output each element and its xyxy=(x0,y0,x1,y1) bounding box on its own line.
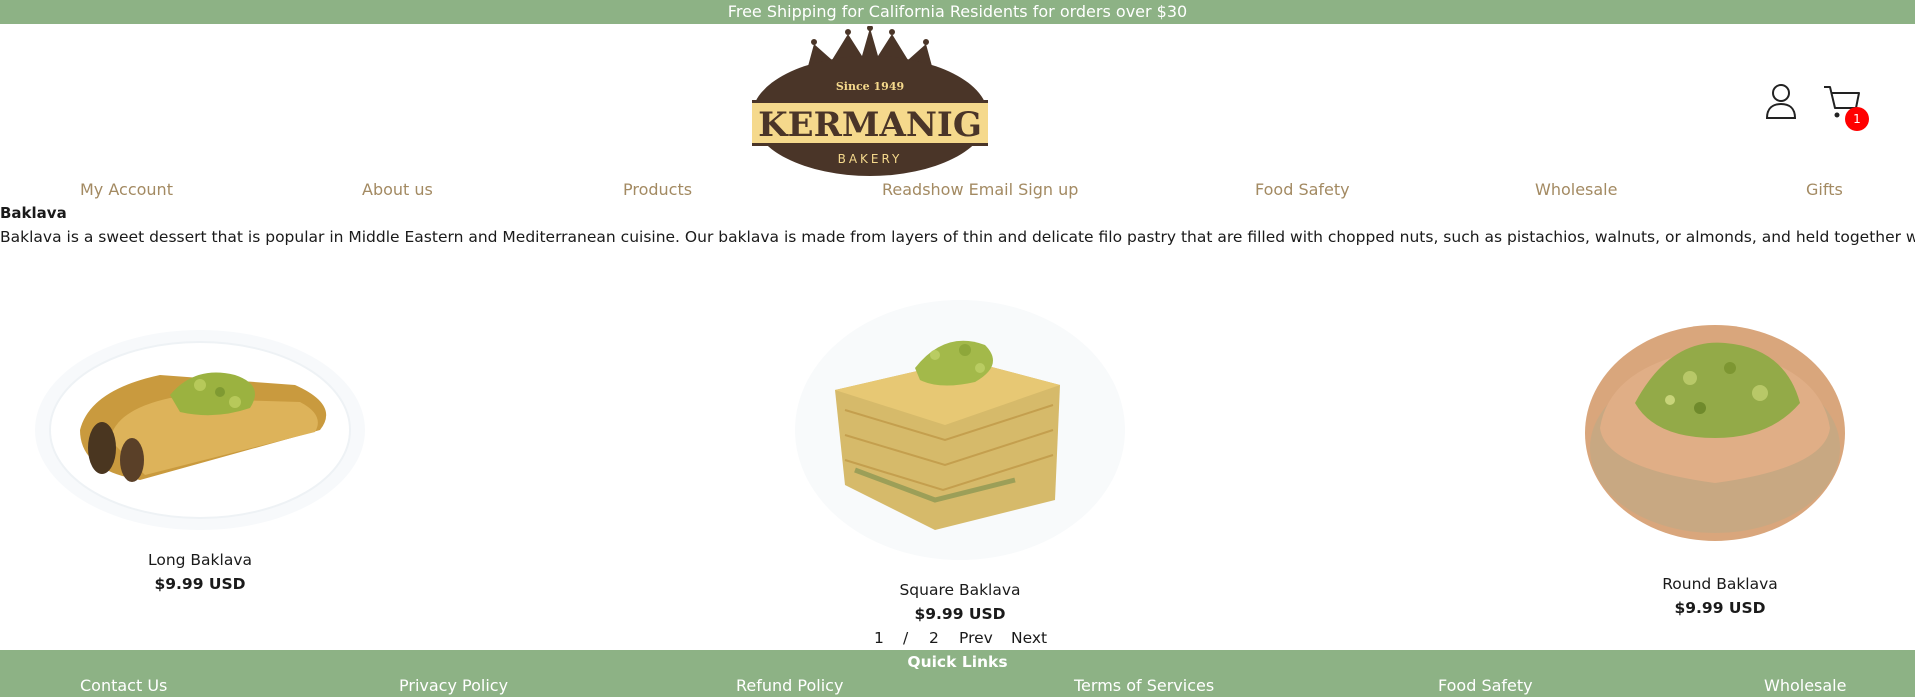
section-title: Baklava xyxy=(0,204,67,222)
pagination-total-pages: 2 xyxy=(929,629,939,647)
pagination-current-page: 1 xyxy=(874,629,884,647)
footer-link-food-safety[interactable]: Food Safety xyxy=(1438,675,1533,697)
product-image-round-baklava[interactable] xyxy=(1580,308,1850,548)
logo-since: Since 1949 xyxy=(836,80,904,93)
nav-readshow-email-signup[interactable]: Readshow Email Sign up xyxy=(882,180,1078,200)
nav-my-account[interactable]: My Account xyxy=(80,180,173,200)
product-name[interactable]: Square Baklava xyxy=(860,580,1060,600)
pagination-prev-link[interactable]: Prev xyxy=(959,628,993,648)
footer-link-wholesale[interactable]: Wholesale xyxy=(1764,675,1846,697)
product-price: $9.99 USD xyxy=(154,575,246,593)
logo-brand: KERMANIG xyxy=(758,105,982,145)
footer-link-refund-policy[interactable]: Refund Policy xyxy=(736,675,843,697)
product-price: $9.99 USD xyxy=(1674,599,1766,617)
announcement-bar: Free Shipping for California Residents f… xyxy=(0,0,1915,24)
pagination-next-link[interactable]: Next xyxy=(1011,628,1047,648)
nav-products[interactable]: Products xyxy=(623,180,692,200)
footer: Quick Links Contact Us Privacy Policy Re… xyxy=(0,650,1915,697)
logo-graphic: Since 1949 KERMANIG BAKERY xyxy=(752,25,988,176)
kermanig-logo[interactable]: Since 1949 KERMANIG BAKERY xyxy=(752,25,988,176)
product-image-long-baklava[interactable] xyxy=(20,320,380,545)
nav-food-safety[interactable]: Food Safety xyxy=(1255,180,1350,200)
section-description: Baklava is a sweet dessert that is popul… xyxy=(0,228,1915,246)
product-name[interactable]: Long Baklava xyxy=(100,550,300,570)
product-price: $9.99 USD xyxy=(914,605,1006,623)
cart-count-badge: 1 xyxy=(1845,107,1869,131)
logo-sub: BAKERY xyxy=(838,152,903,166)
footer-link-terms-of-services[interactable]: Terms of Services xyxy=(1074,675,1214,697)
nav-wholesale[interactable]: Wholesale xyxy=(1535,180,1617,200)
nav-about-us[interactable]: About us xyxy=(362,180,433,200)
pagination-separator: / xyxy=(903,629,909,647)
product-image-square-baklava[interactable] xyxy=(785,290,1135,565)
product-name[interactable]: Round Baklava xyxy=(1620,574,1820,594)
footer-title: Quick Links xyxy=(907,653,1008,671)
nav-gifts[interactable]: Gifts xyxy=(1806,180,1843,200)
user-icon[interactable] xyxy=(1763,82,1799,120)
footer-link-privacy-policy[interactable]: Privacy Policy xyxy=(399,675,508,697)
footer-link-contact-us[interactable]: Contact Us xyxy=(80,675,167,697)
